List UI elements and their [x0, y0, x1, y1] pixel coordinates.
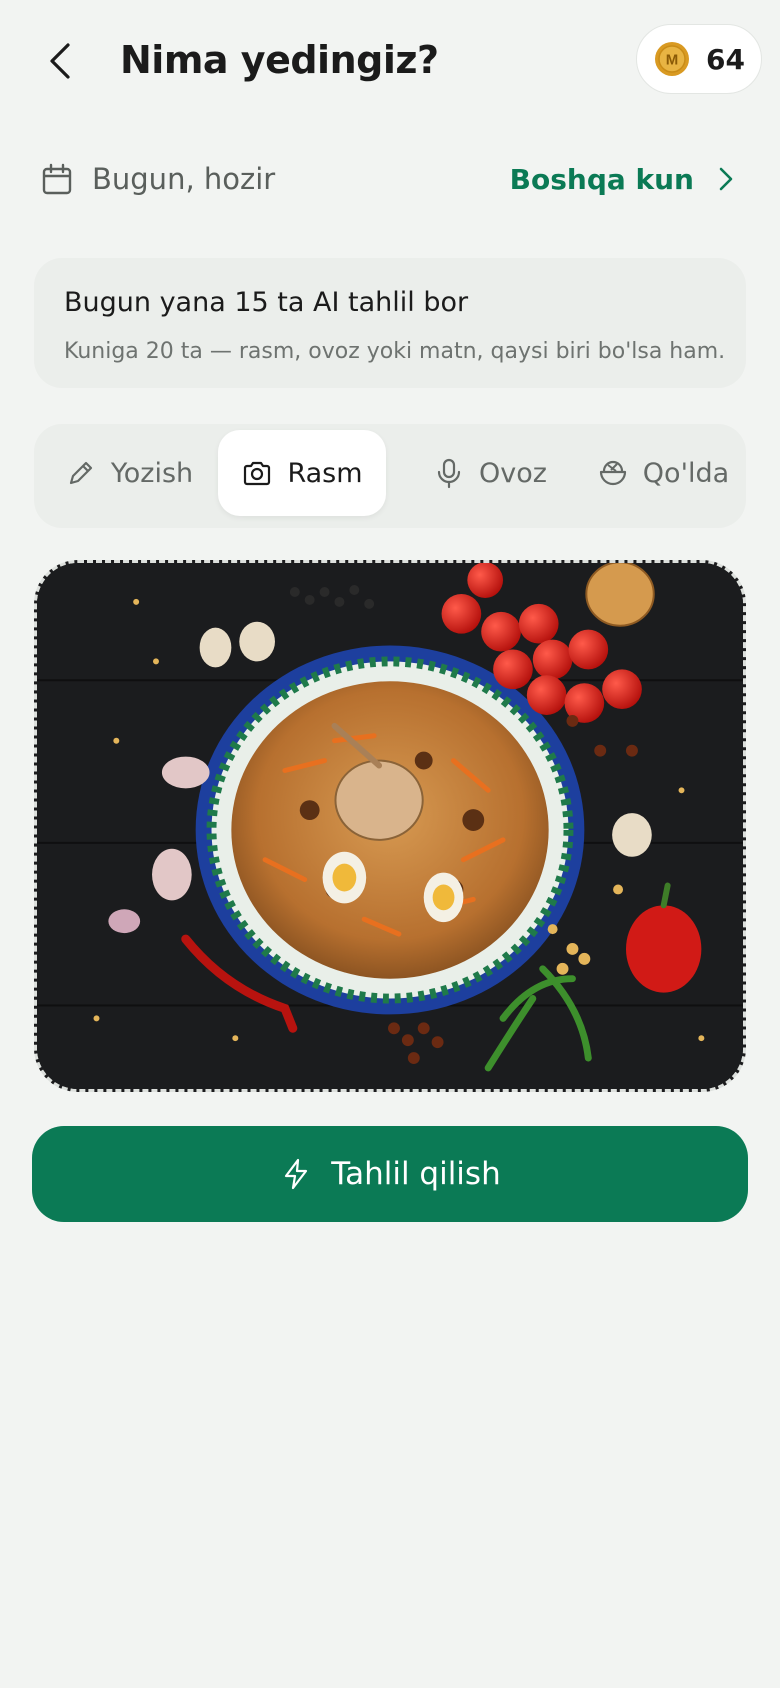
tab-photo-label: Rasm [287, 457, 363, 489]
coin-letter: M [666, 52, 679, 69]
date-label: Bugun, hozir [92, 162, 276, 196]
tab-voice-label: Ovoz [479, 457, 547, 489]
calendar-icon [42, 163, 72, 195]
input-mode-tabs: Yozish Rasm Ovoz Qo'lda [34, 424, 746, 528]
tab-voice[interactable]: Ovoz [420, 430, 560, 516]
tab-write[interactable]: Yozish [54, 430, 204, 516]
microphone-icon [437, 458, 461, 489]
other-day-label: Boshqa kun [509, 162, 694, 196]
photo-preview[interactable] [34, 560, 746, 1092]
analyze-button[interactable]: Tahlil qilish [32, 1126, 748, 1222]
other-day-button[interactable]: Boshqa kun [510, 156, 740, 202]
coin-balance-button[interactable]: M 64 [636, 24, 762, 94]
chevron-left-icon [50, 43, 70, 79]
header: Nima yedingiz? M 64 [0, 0, 780, 118]
plov-photo [37, 563, 743, 1089]
quota-card: Bugun yana 15 ta AI tahlil bor Kuniga 20… [34, 258, 746, 388]
quota-title: Bugun yana 15 ta AI tahlil bor [64, 287, 469, 318]
tab-manual[interactable]: Qo'lda [588, 430, 738, 516]
coin-count: 64 [706, 42, 745, 76]
camera-icon [244, 461, 271, 486]
chevron-right-icon [719, 167, 733, 191]
back-button[interactable] [40, 36, 80, 86]
date-row: Bugun, hozir Boshqa kun [40, 156, 740, 202]
bolt-icon [285, 1158, 308, 1190]
coin-icon: M [655, 42, 689, 76]
quota-subtitle: Kuniga 20 ta — rasm, ovoz yoki matn, qay… [64, 339, 726, 364]
bowl-icon [599, 460, 626, 486]
analyze-label: Tahlil qilish [331, 1156, 501, 1192]
tab-photo[interactable]: Rasm [218, 430, 386, 516]
page-title: Nima yedingiz? [120, 38, 439, 82]
tab-manual-label: Qo'lda [642, 457, 730, 489]
tab-write-label: Yozish [110, 457, 194, 489]
pencil-icon [69, 461, 92, 485]
